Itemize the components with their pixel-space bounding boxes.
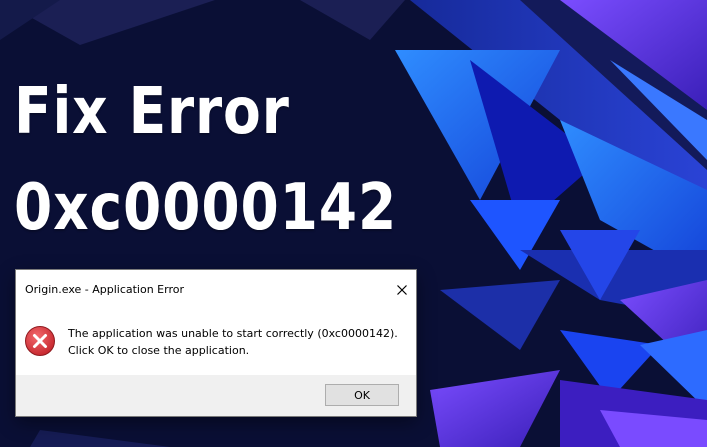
error-message: The application was unable to start corr… — [68, 327, 398, 357]
headline-error-code: 0xc0000142 — [14, 171, 398, 245]
headline-fix-error: Fix Error — [14, 75, 290, 149]
error-icon — [25, 326, 55, 356]
close-icon[interactable] — [394, 282, 410, 298]
ok-button[interactable]: OK — [325, 384, 399, 406]
dialog-content-area: Origin.exe - Application Error The appli… — [16, 270, 416, 375]
dialog-title: Origin.exe - Application Error — [25, 283, 184, 296]
error-dialog: Origin.exe - Application Error The appli… — [16, 270, 416, 416]
